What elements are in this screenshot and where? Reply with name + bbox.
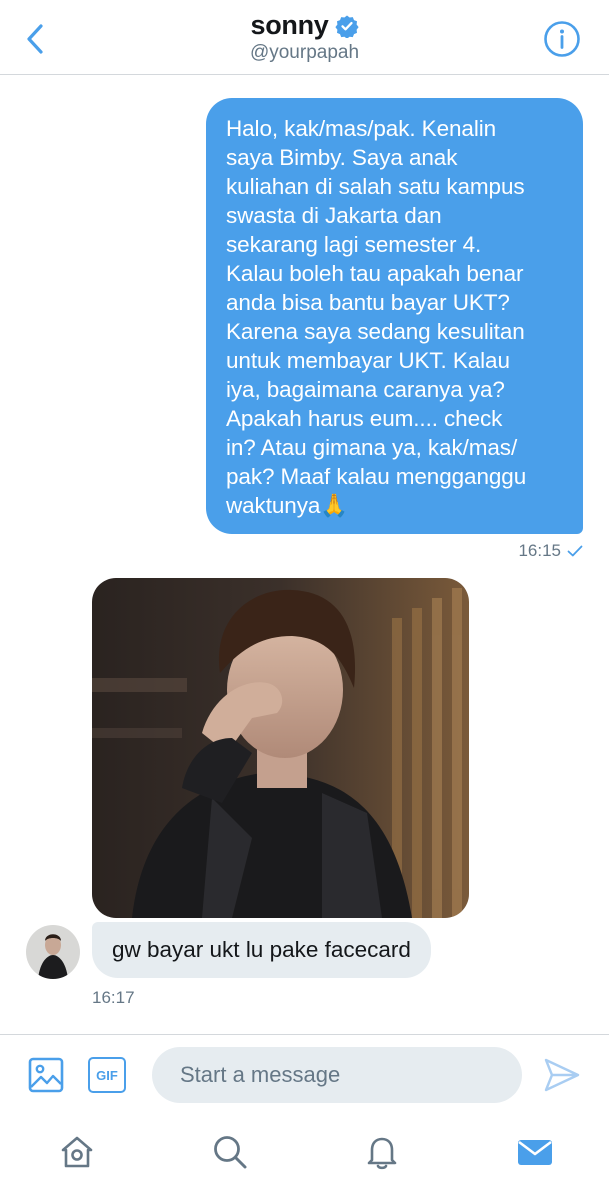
message-line: Halo, kak/mas/pak. Kenalin	[226, 116, 497, 141]
gif-button[interactable]: GIF	[88, 1057, 126, 1093]
verified-badge-icon	[334, 15, 359, 38]
search-icon[interactable]	[211, 1133, 249, 1171]
conversation-title-block[interactable]: sonny @yourpapah	[0, 10, 609, 64]
message-line: sekarang lagi semester 4.	[226, 232, 482, 257]
message-line: Apakah harus eum.... check	[226, 406, 503, 431]
message-line: pak? Maaf kalau mengganggu	[226, 464, 527, 489]
message-line: untuk membayar UKT. Kalau	[226, 348, 510, 373]
message-line: Kalau boleh tau apakah benar	[226, 261, 524, 286]
outgoing-timestamp: 16:15	[518, 541, 561, 560]
gif-label: GIF	[96, 1067, 118, 1083]
message-line: in? Atau gimana ya, kak/mas/	[226, 435, 518, 460]
avatar[interactable]	[26, 925, 80, 979]
avatar-illustration	[26, 925, 80, 979]
message-line: swasta di Jakarta dan	[226, 203, 442, 228]
message-line: saya Bimby. Saya anak	[226, 145, 458, 170]
messages-icon[interactable]	[516, 1133, 554, 1171]
notifications-icon[interactable]	[363, 1133, 401, 1171]
message-line: Karena saya sedang kesulitan	[226, 319, 525, 344]
outgoing-message-bubble[interactable]: Halo, kak/mas/pak. Kenalin saya Bimby. S…	[206, 98, 583, 534]
contact-name: sonny	[250, 10, 329, 40]
send-icon[interactable]	[543, 1057, 581, 1093]
incoming-message-text: gw bayar ukt lu pake facecard	[112, 937, 411, 962]
checkmark-icon	[567, 545, 583, 557]
conversation-header: sonny @yourpapah	[0, 0, 609, 75]
incoming-timestamp: 16:17	[92, 988, 135, 1007]
message-line: iya, bagaimana caranya ya?	[226, 377, 505, 402]
message-line: waktunya🙏	[226, 493, 349, 518]
contact-handle: @yourpapah	[249, 42, 360, 63]
message-line: kuliahan di salah satu kampus	[226, 174, 525, 199]
message-line: anda bisa bantu bayar UKT?	[226, 290, 510, 315]
photo-illustration	[92, 578, 469, 918]
message-input[interactable]	[152, 1047, 522, 1103]
info-icon[interactable]	[543, 20, 581, 58]
outgoing-message-meta: 16:15	[518, 541, 583, 561]
home-icon[interactable]	[58, 1133, 96, 1171]
image-icon[interactable]	[28, 1057, 64, 1093]
incoming-photo[interactable]	[92, 578, 469, 918]
incoming-message-bubble[interactable]: gw bayar ukt lu pake facecard	[92, 922, 431, 978]
